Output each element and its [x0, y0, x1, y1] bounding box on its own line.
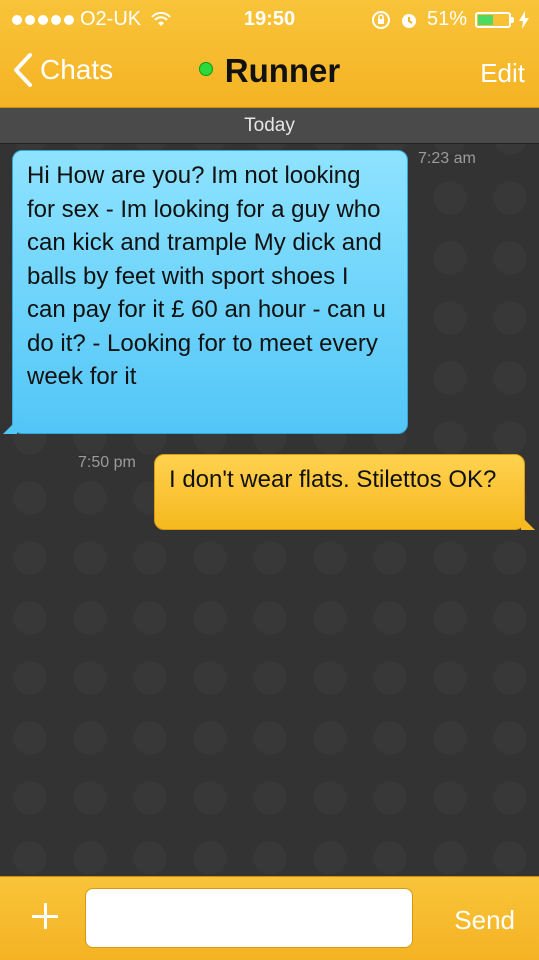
message-input[interactable] [85, 888, 413, 948]
status-bar: O2-UK 19:50 51% [0, 0, 539, 40]
message-input-bar: Send [0, 876, 539, 960]
online-status-icon [198, 62, 213, 76]
send-button[interactable]: Send [454, 905, 515, 936]
contact-name: Runner [224, 52, 341, 89]
message-text: Hi How are you? Im not looking for sex -… [27, 162, 386, 390]
alarm-icon [401, 13, 416, 28]
conversation-title: Runner [0, 52, 539, 90]
message-text: I don't wear flats. Stilettos OK? [169, 466, 497, 493]
message-timestamp: 7:50 pm [78, 454, 136, 471]
status-right: 51% [371, 8, 529, 31]
battery-icon [475, 11, 514, 28]
chat-area[interactable]: Today 7:23 am Hi How are you? Im not loo… [0, 108, 539, 876]
charging-icon [519, 10, 529, 29]
battery-percent: 51% [426, 8, 467, 30]
top-bar: O2-UK 19:50 51% Chats Runner Edit [0, 0, 539, 108]
message-timestamp: 7:23 am [418, 150, 476, 167]
incoming-message-bubble[interactable]: Hi How are you? Im not looking for sex -… [3, 150, 408, 434]
edit-button[interactable]: Edit [480, 58, 525, 89]
add-attachment-button[interactable] [28, 899, 62, 933]
day-separator: Today [0, 108, 539, 144]
navigation-bar: Chats Runner Edit [0, 44, 539, 104]
rotation-lock-icon [371, 10, 390, 29]
outgoing-message-bubble[interactable]: I don't wear flats. Stilettos OK? [154, 454, 535, 530]
